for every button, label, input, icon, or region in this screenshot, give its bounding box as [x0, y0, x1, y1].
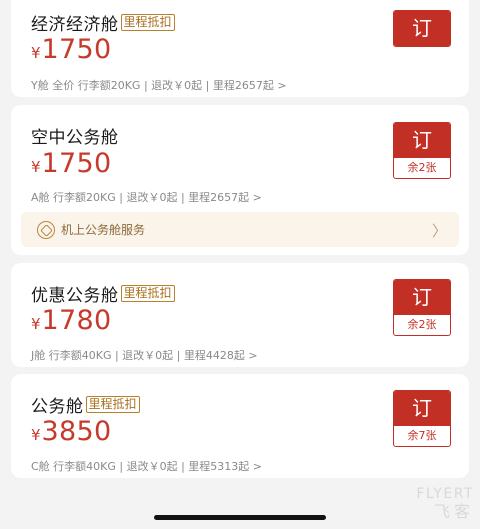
onboard-service-row[interactable]: 机上公务舱服务 〉: [21, 212, 459, 247]
mileage-badge: 里程抵扣: [120, 285, 175, 302]
currency-symbol: ¥: [31, 426, 41, 444]
mileage-badge: 里程抵扣: [85, 396, 140, 413]
book-label: 订: [394, 280, 450, 315]
price-value: 1750: [41, 34, 112, 65]
home-indicator[interactable]: [154, 515, 326, 520]
fare-name: 公务舱 里程抵扣: [31, 392, 140, 417]
fare-name: 优惠公务舱 里程抵扣: [31, 281, 175, 306]
seats-remaining: 余2张: [407, 318, 437, 331]
price-value: 1750: [41, 148, 112, 179]
fare-card-economy[interactable]: 经济经济舱 里程抵扣 ¥ 1750 Y舱 全价 行李额20KG | 退改￥0起 …: [11, 0, 469, 97]
fare-card-business-air[interactable]: 空中公务舱 ¥ 1750 A舱 行李额20KG | 退改￥0起 | 里程2657…: [11, 105, 469, 255]
service-badge-icon: [37, 220, 55, 239]
book-button[interactable]: 订 余2张: [393, 122, 451, 179]
book-label: 订: [394, 123, 450, 158]
fare-details-link[interactable]: J舱 行李额40KG | 退改￥0起 | 里程4428起 >: [31, 347, 258, 363]
currency-symbol: ¥: [31, 44, 41, 62]
fare-name: 空中公务舱: [31, 128, 119, 148]
fare-price: ¥ 1750: [31, 148, 111, 179]
book-label: 订: [394, 11, 450, 46]
seats-remaining: 余7张: [407, 429, 437, 442]
price-value: 1780: [41, 305, 112, 336]
fare-card-business[interactable]: 公务舱 里程抵扣 ¥ 3850 C舱 行李额40KG | 退改￥0起 | 里程5…: [11, 374, 469, 478]
book-button[interactable]: 订 余7张: [393, 390, 451, 447]
fare-details-link[interactable]: Y舱 全价 行李额20KG | 退改￥0起 | 里程2657起 >: [31, 77, 287, 93]
fare-price: ¥ 1750: [31, 34, 111, 65]
fare-price: ¥ 1780: [31, 305, 111, 336]
book-button[interactable]: 订: [393, 10, 451, 47]
seats-remaining: 余2张: [407, 161, 437, 174]
currency-symbol: ¥: [31, 158, 41, 176]
fare-details-link[interactable]: C舱 行李额40KG | 退改￥0起 | 里程5313起 >: [31, 458, 262, 474]
mileage-badge: 里程抵扣: [120, 14, 175, 31]
watermark-logo: FLYERT 飞客: [416, 486, 474, 521]
fare-details-link[interactable]: A舱 行李额20KG | 退改￥0起 | 里程2657起 >: [31, 189, 262, 205]
book-label: 订: [394, 391, 450, 426]
price-value: 3850: [41, 416, 112, 447]
fare-card-discount-business[interactable]: 优惠公务舱 里程抵扣 ¥ 1780 J舱 行李额40KG | 退改￥0起 | 里…: [11, 263, 469, 367]
book-button[interactable]: 订 余2张: [393, 279, 451, 336]
currency-symbol: ¥: [31, 315, 41, 333]
fare-name: 经济经济舱 里程抵扣: [31, 10, 175, 35]
chevron-right-icon: 〉: [431, 222, 447, 240]
service-label: 机上公务舱服务: [61, 223, 146, 237]
fare-price: ¥ 3850: [31, 416, 111, 447]
